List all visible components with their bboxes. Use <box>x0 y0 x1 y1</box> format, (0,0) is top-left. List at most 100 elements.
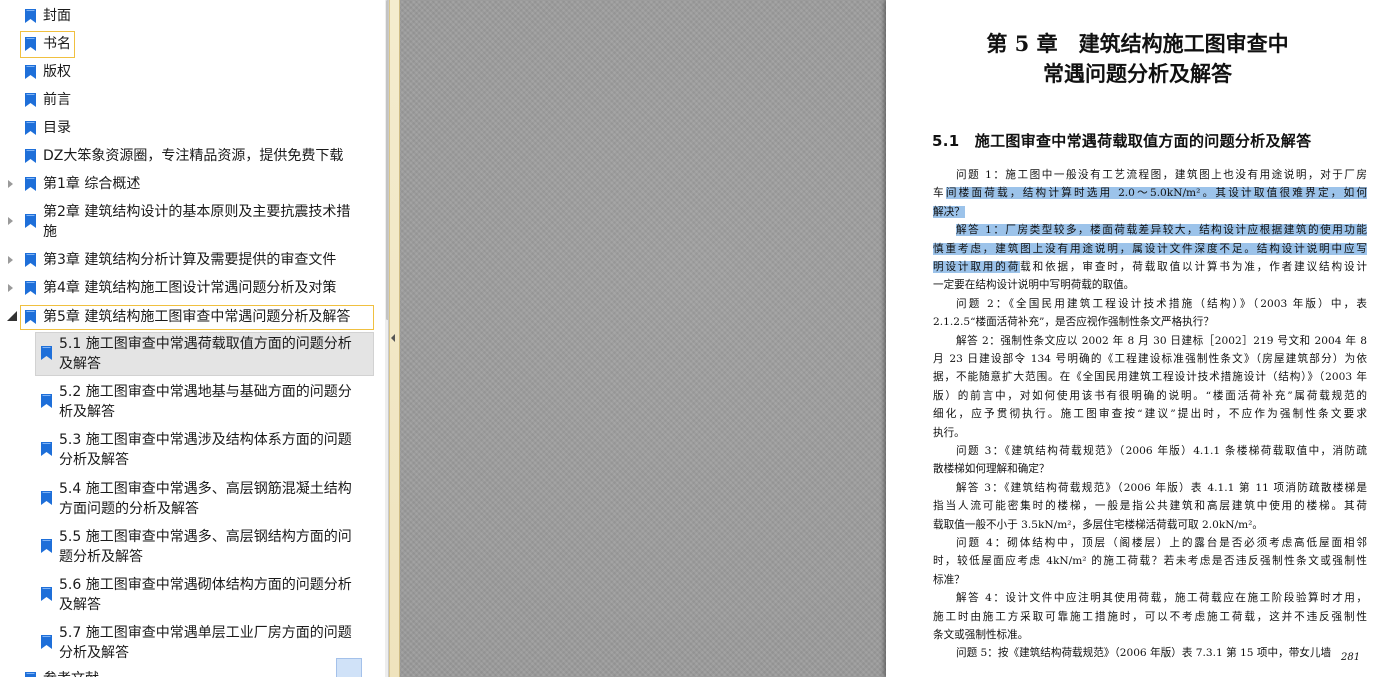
bookmark-label-line2: 题分析及解答 <box>59 549 143 565</box>
bookmark-label: 第2章 建筑结构设计的基本原则及主要抗震技术措 <box>43 204 351 220</box>
text-line[interactable]: 明设计取用的荷载和依据，审查时，荷载取值以计算书为准，作者建议结构设计 <box>933 258 1367 276</box>
bookmark-label: 5.7 施工图审查中常遇单层工业厂房方面的问题 <box>59 625 352 641</box>
drag-ghost-icon <box>336 658 362 677</box>
bookmark-label-line2: 析及解答 <box>59 404 115 420</box>
highlighted-selection: 明设计取用的荷 <box>933 261 1021 273</box>
section-title: 5.1 施工图审查中常遇荷载取值方面的问题分析及解答 <box>932 132 1312 150</box>
bookmark-label: 5.4 施工图审查中常遇多、高层钢筋混凝土结构 <box>59 481 352 497</box>
text-line[interactable]: 执行。 <box>933 424 1367 442</box>
bookmark-icon <box>25 9 36 23</box>
text-run: 时，较低屋面应考虑 4kN/m² 的施工荷载？若未考虑是否违反强制性条文或强制性 <box>933 555 1367 568</box>
text-line[interactable]: 问题 5：按《建筑结构荷载规范》（2006 年版）表 7.3.1 第 15 项中… <box>956 644 1367 662</box>
bookmark-icon <box>25 214 36 228</box>
bookmark-label: 第5章 建筑结构施工图审查中常遇问题分析及解答 <box>43 309 351 325</box>
text-line[interactable]: 载取值一般不小于 3.5kN/m²，多层住宅楼梯活荷载可取 2.0kN/m²。 <box>933 516 1367 534</box>
highlighted-selection: 解答 1：厂房类型较多，楼面荷载差异较大，结构设计应根据建筑的使用功能 <box>956 224 1367 237</box>
bookmark-icon <box>25 672 36 677</box>
text-run: 细化，应予贯彻执行。施工图审查按“建议”提出时，不应作为强制性条文要求 <box>933 408 1367 421</box>
expand-arrow-icon[interactable] <box>8 256 13 264</box>
collapse-arrow-icon[interactable] <box>7 311 17 321</box>
bookmark-label: 5.1 施工图审查中常遇荷载取值方面的问题分析 <box>59 336 352 352</box>
expand-arrow-icon[interactable] <box>8 180 13 188</box>
text-run: 问题 5：按《建筑结构荷载规范》（2006 年版）表 7.3.1 第 15 项中… <box>956 647 1332 660</box>
expand-arrow-icon[interactable] <box>8 217 13 225</box>
bookmark-icon <box>25 177 36 191</box>
bookmark-icon <box>41 587 52 601</box>
bookmark-icon <box>25 310 36 324</box>
text-run: 解答 2：强制性条文应以 2002 年 8 月 30 日建标［2002］219 … <box>956 334 1367 347</box>
bookmark-label: 5.6 施工图审查中常遇砌体结构方面的问题分析 <box>59 577 352 593</box>
text-line[interactable]: 2.1.2.5“楼面活荷补充”，是否应视作强制性条文严格执行？ <box>933 313 1367 331</box>
text-line[interactable]: 问题 2：《全国民用建筑工程设计技术措施（结构）》（2003 年版）中，表 <box>956 295 1367 313</box>
highlighted-selection: 间楼面荷载，结构计算时选用 2.0～5.0kN/m²。其设计取值很难界定，如何 <box>945 187 1367 200</box>
bookmark-label-line2: 分析及解答 <box>59 645 129 661</box>
text-line[interactable]: 车间楼面荷载，结构计算时选用 2.0～5.0kN/m²。其设计取值很难界定，如何 <box>933 184 1367 202</box>
chapter-title-line1: 第 5 章 建筑结构施工图审查中 <box>986 31 1289 56</box>
text-line[interactable]: 解决？ <box>933 203 1367 221</box>
text-line[interactable]: 据，不能随意扩大范围。在《全国民用建筑工程设计技术措施设计（结构）》（2003 … <box>933 368 1367 386</box>
text-line[interactable]: 问题 1：施工图中一般没有工艺流程图，建筑图上也没有用途说明，对于厂房 <box>956 166 1367 184</box>
document-viewer[interactable]: 第 5 章 建筑结构施工图审查中 常遇问题分析及解答 5.1 施工图审查中常遇荷… <box>400 0 1389 677</box>
bookmarks-panel: 封面 书名 版权 前言 目录 DZ大笨象资源圈，专注精品资源，提供免费下载 第1… <box>0 0 389 677</box>
text-run: 标准？ <box>933 573 965 586</box>
text-run: 解答 3：《建筑结构荷载规范》（2006 年版）表 4.1.1 第 11 项消防… <box>956 481 1367 494</box>
text-run: 2.1.2.5“楼面活荷补充”，是否应视作强制性条文严格执行？ <box>933 316 1214 329</box>
text-line[interactable]: 版）的前言中，对如何使用该书有很明确的说明。“楼面活荷补充”属荷载规范的 <box>933 387 1367 405</box>
highlighted-selection: 解决？ <box>933 205 965 218</box>
bookmark-label: 5.5 施工图审查中常遇多、高层钢结构方面的问 <box>59 529 352 545</box>
bookmark-label: DZ大笨象资源圈，专注精品资源，提供免费下载 <box>43 148 344 164</box>
text-line[interactable]: 指当人流可能密集时的楼梯，一般是指公共建筑和高层建筑中使用的楼梯。其荷 <box>933 497 1367 515</box>
bookmark-icon <box>25 121 36 135</box>
bookmark-icon <box>41 442 52 456</box>
text-line[interactable]: 月 23 日建设部令 134 号明确的《工程建设标准强制性条文》（房屋建筑部分）… <box>933 350 1367 368</box>
text-run: 问题 3：《建筑结构荷载规范》（2006 年版）4.1.1 条楼梯荷载取值中，消… <box>956 445 1367 457</box>
expand-arrow-icon[interactable] <box>8 284 13 292</box>
bookmark-label-line2: 方面问题的分析及解答 <box>59 501 199 517</box>
text-line[interactable]: 慎重考虑，建筑图上没有用途说明，属设计文件深度不足。结构设计说明中应写 <box>933 240 1367 258</box>
text-line[interactable]: 一定要在结构设计说明中写明荷载的取值。 <box>933 276 1367 294</box>
collapse-panel-arrow-icon[interactable] <box>391 334 395 342</box>
text-line[interactable]: 解答 2：强制性条文应以 2002 年 8 月 30 日建标［2002］219 … <box>956 332 1367 350</box>
bookmark-icon <box>25 149 36 163</box>
text-run: 载和依据，审查时，荷载取值以计算书为准，作者建议结构设计 <box>1020 261 1367 273</box>
bookmark-label-line2: 分析及解答 <box>59 452 129 468</box>
bookmark-icon <box>25 65 36 79</box>
text-line[interactable]: 解答 3：《建筑结构荷载规范》（2006 年版）表 4.1.1 第 11 项消防… <box>956 479 1367 497</box>
text-run: 指当人流可能密集时的楼梯，一般是指公共建筑和高层建筑中使用的楼梯。其荷 <box>933 500 1367 513</box>
bookmark-icon <box>41 491 52 505</box>
bookmark-icon <box>25 253 36 267</box>
text-line[interactable]: 问题 4：砌体结构中，顶层（阁楼层）上的露台是否必须考虑高低屋面相邻 <box>956 534 1367 552</box>
text-run: 条文或强制性标准。 <box>933 629 1029 641</box>
bookmark-icon <box>25 37 36 51</box>
highlighted-selection: 慎重考虑，建筑图上没有用途说明，属设计文件深度不足。结构设计说明中应写 <box>933 242 1367 255</box>
text-run: 问题 1：施工图中一般没有工艺流程图，建筑图上也没有用途说明，对于厂房 <box>956 169 1367 181</box>
bookmark-label: 参考文献 <box>43 669 99 677</box>
bookmark-label-line2: 及解答 <box>59 597 101 613</box>
bookmark-icon <box>41 635 52 649</box>
bookmark-label: 书名 <box>43 36 71 52</box>
bookmark-label-line2: 施 <box>43 224 57 240</box>
text-line[interactable]: 细化，应予贯彻执行。施工图审查按“建议”提出时，不应作为强制性条文要求 <box>933 405 1367 423</box>
bookmark-label: 5.2 施工图审查中常遇地基与基础方面的问题分 <box>59 384 352 400</box>
document-page[interactable]: 第 5 章 建筑结构施工图审查中 常遇问题分析及解答 5.1 施工图审查中常遇荷… <box>886 0 1389 677</box>
text-line[interactable]: 时，较低屋面应考虑 4kN/m² 的施工荷载？若未考虑是否违反强制性条文或强制性 <box>933 552 1367 570</box>
bookmark-icon <box>41 539 52 553</box>
text-line[interactable]: 施工时由施工方采取可靠施工措施时，可以不考虑施工荷载，这并不违反强制性 <box>933 608 1367 626</box>
text-run: 执行。 <box>933 426 965 439</box>
bookmark-label: 前言 <box>43 92 71 108</box>
text-line[interactable]: 问题 3：《建筑结构荷载规范》（2006 年版）4.1.1 条楼梯荷载取值中，消… <box>956 442 1367 460</box>
text-line[interactable]: 标准？ <box>933 571 1367 589</box>
text-line[interactable]: 散楼梯如何理解和确定？ <box>933 460 1367 478</box>
text-run: 问题 2：《全国民用建筑工程设计技术措施（结构）》（2003 年版）中，表 <box>956 297 1367 310</box>
bookmark-label: 版权 <box>43 64 71 80</box>
text-run: 月 23 日建设部令 134 号明确的《工程建设标准强制性条文》（房屋建筑部分）… <box>933 353 1367 365</box>
text-line[interactable]: 条文或强制性标准。 <box>933 626 1367 644</box>
page-number: 281 <box>1341 652 1361 663</box>
text-run: 散楼梯如何理解和确定？ <box>933 463 1050 476</box>
bookmark-icon <box>41 346 52 360</box>
text-run: 一定要在结构设计说明中写明荷载的取值。 <box>933 279 1135 292</box>
text-line[interactable]: 解答 4：设计文件中应注明其使用荷载，施工荷载应在施工阶段验算时才用， <box>956 589 1367 607</box>
bookmark-icon <box>25 93 36 107</box>
text-line[interactable]: 解答 1：厂房类型较多，楼面荷载差异较大，结构设计应根据建筑的使用功能 <box>956 221 1367 239</box>
text-run: 据，不能随意扩大范围。在《全国民用建筑工程设计技术措施设计（结构）》（2003 … <box>933 371 1367 384</box>
